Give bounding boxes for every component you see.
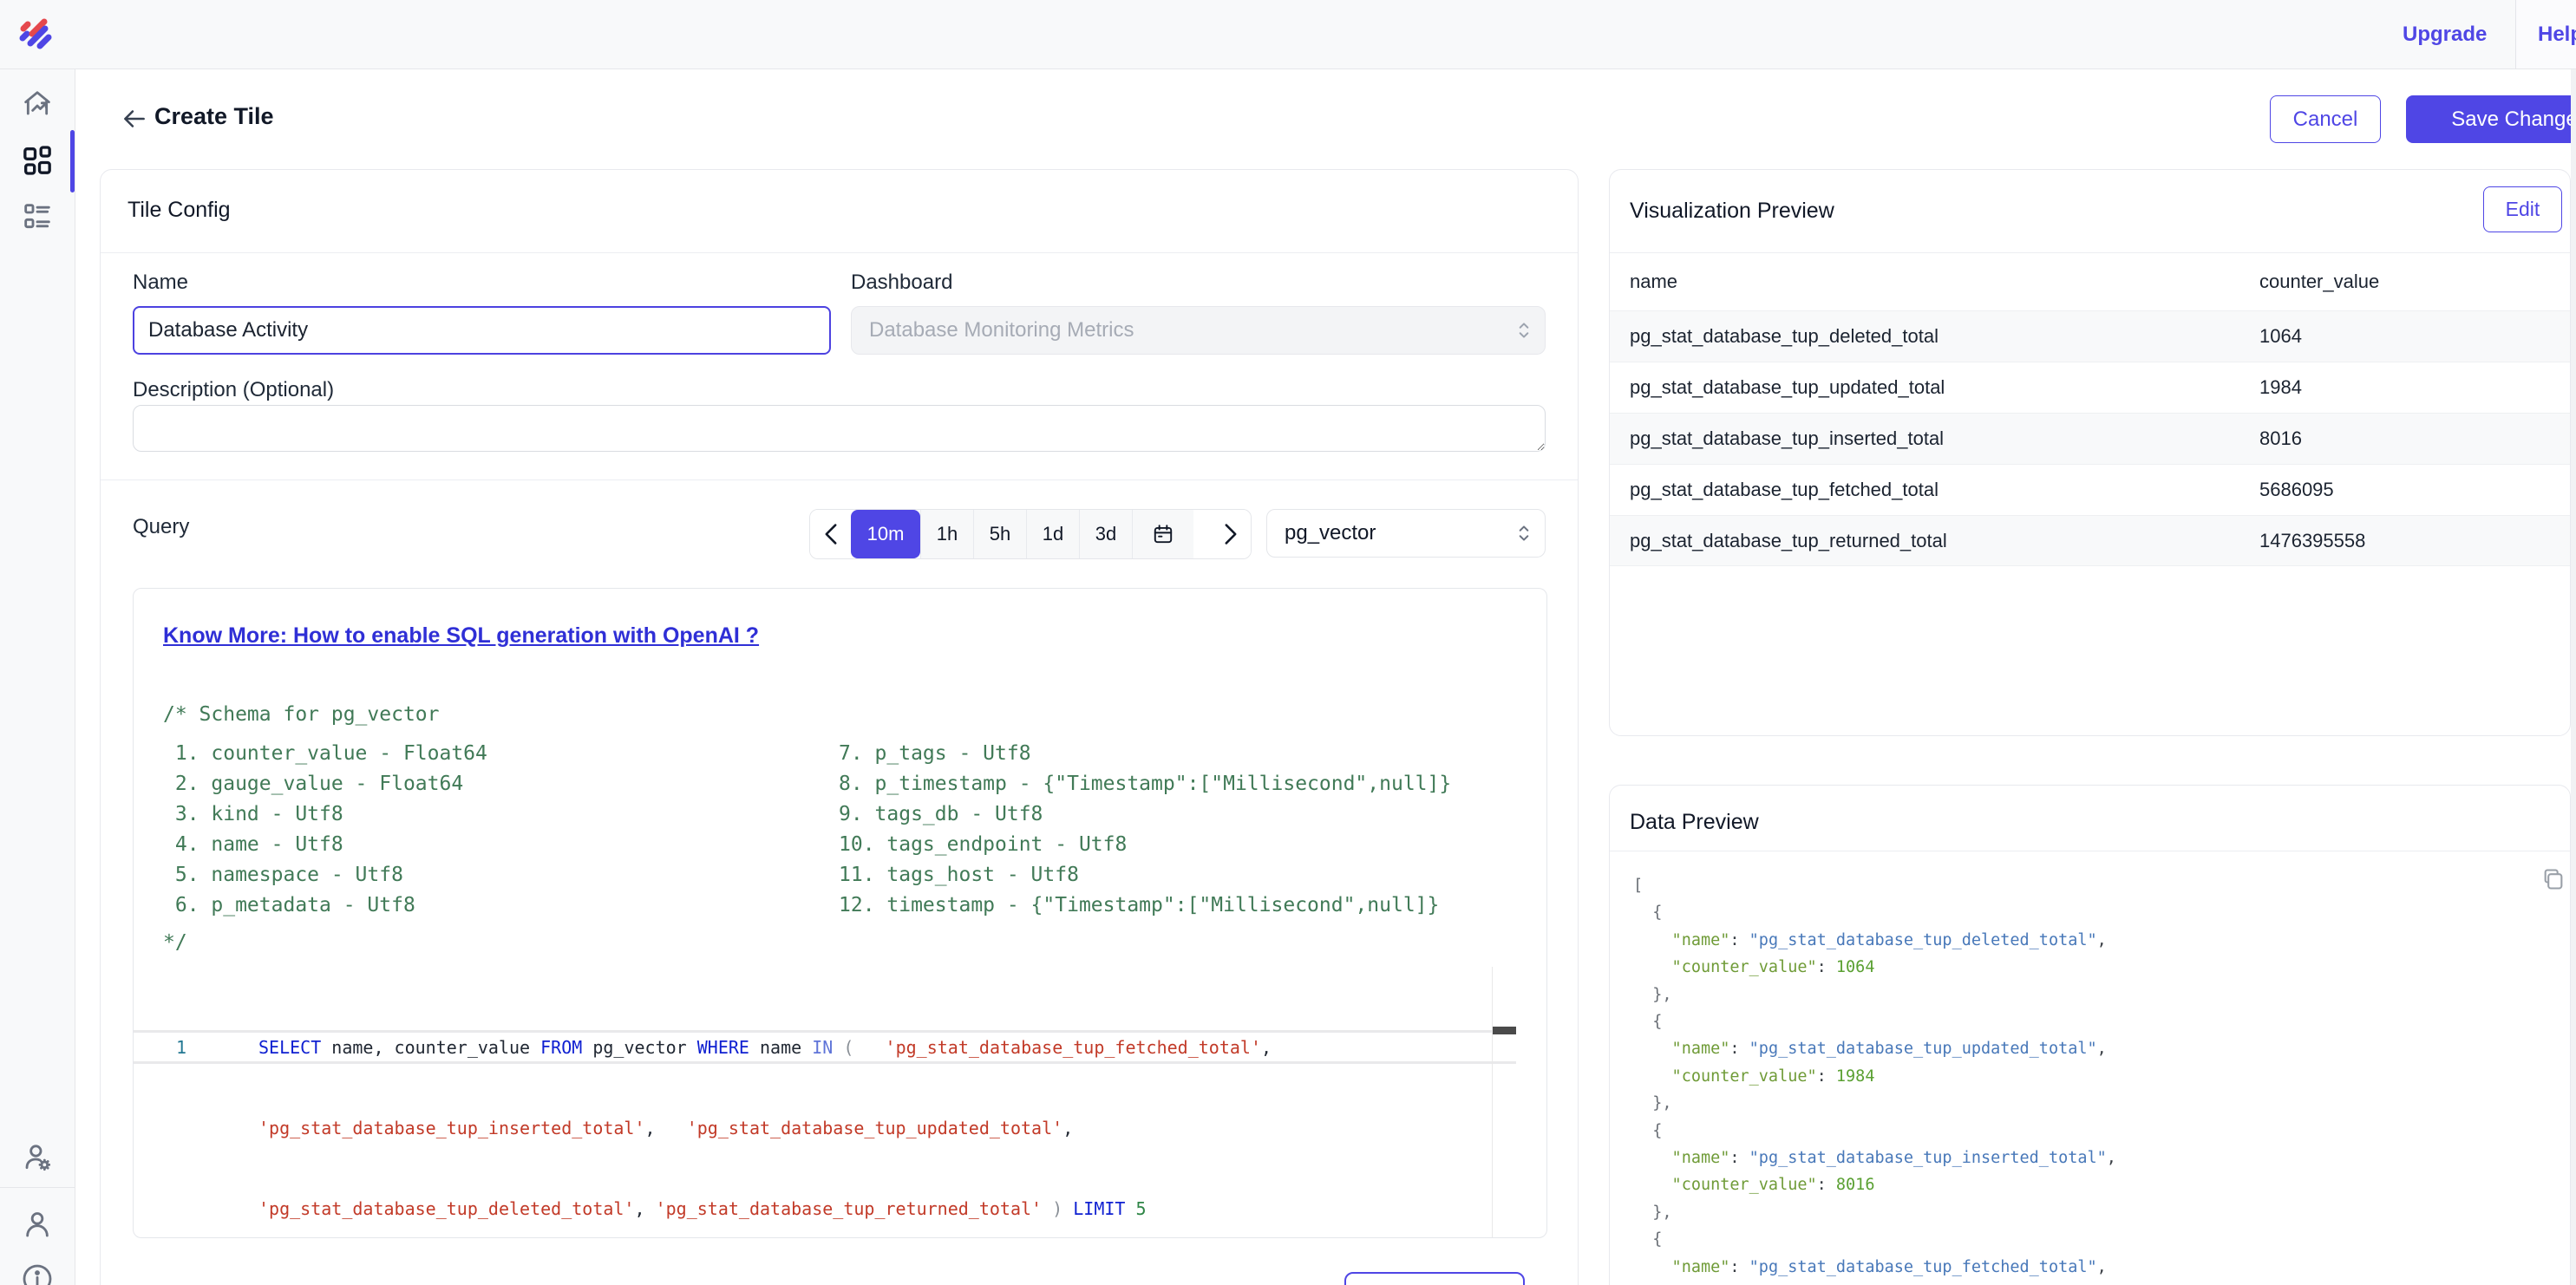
select-chevrons-icon bbox=[1515, 319, 1533, 342]
sidebar-item-profile[interactable] bbox=[20, 1207, 55, 1242]
sql-line-1: SELECT name, counter_value FROM pg_vecto… bbox=[229, 1034, 1272, 1061]
tile-config-title: Tile Config bbox=[127, 198, 231, 223]
column-header-name: name bbox=[1630, 253, 1677, 310]
dashboard-label: Dashboard bbox=[851, 271, 952, 295]
query-label: Query bbox=[133, 515, 189, 539]
table-row: pg_stat_database_tup_returned_total 1476… bbox=[1610, 515, 2570, 566]
datasource-select[interactable]: pg_vector bbox=[1266, 509, 1546, 558]
sql-query-code[interactable]: 1SELECT name, counter_value FROM pg_vect… bbox=[134, 981, 1516, 1238]
home-trend-icon bbox=[20, 87, 55, 121]
schema-comment-close: */ bbox=[163, 928, 187, 958]
select-chevrons-icon bbox=[1515, 522, 1533, 545]
datasource-select-value: pg_vector bbox=[1285, 521, 1376, 545]
copy-json-button[interactable] bbox=[2541, 865, 2566, 897]
chevron-left-icon bbox=[824, 523, 838, 545]
table-row: pg_stat_database_tup_fetched_total 56860… bbox=[1610, 464, 2570, 515]
sidebar-active-indicator bbox=[70, 130, 75, 192]
back-button[interactable] bbox=[120, 104, 149, 138]
openai-sql-help-link[interactable]: Know More: How to enable SQL generation … bbox=[163, 623, 759, 649]
column-header-counter-value: counter_value bbox=[2259, 253, 2379, 310]
page-title: Create Tile bbox=[154, 103, 274, 130]
sidebar-item-info[interactable] bbox=[20, 1262, 55, 1285]
time-range-3d[interactable]: 3d bbox=[1079, 510, 1132, 558]
cell-value: 1064 bbox=[2259, 311, 2302, 362]
cancel-button[interactable]: Cancel bbox=[2270, 95, 2381, 143]
cell-name: pg_stat_database_tup_inserted_total bbox=[1630, 414, 1944, 464]
calendar-icon bbox=[1152, 523, 1174, 545]
name-input[interactable] bbox=[133, 306, 831, 355]
help-link[interactable]: Help bbox=[2538, 0, 2576, 68]
line-number: 1 bbox=[134, 1034, 229, 1061]
description-label: Description (Optional) bbox=[133, 378, 334, 402]
back-arrow-icon bbox=[120, 104, 149, 134]
sidebar-divider bbox=[0, 1187, 75, 1188]
sql-line-3: 'pg_stat_database_tup_deleted_total', 'p… bbox=[229, 1196, 1147, 1223]
list-form-icon bbox=[20, 199, 55, 234]
time-range-1d[interactable]: 1d bbox=[1026, 510, 1079, 558]
time-range-next-button[interactable] bbox=[1210, 510, 1251, 558]
sidebar bbox=[0, 69, 75, 1285]
schema-columns-right: 7. p_tags - Utf8 8. p_timestamp - {"Time… bbox=[839, 739, 1451, 921]
create-tile-page: Upgrade Help bbox=[0, 0, 2576, 1285]
run-query-button-partial[interactable] bbox=[1344, 1272, 1525, 1285]
json-preview[interactable]: [ { "name": "pg_stat_database_tup_delete… bbox=[1633, 872, 2116, 1285]
cell-name: pg_stat_database_tup_updated_total bbox=[1630, 362, 1945, 413]
info-icon bbox=[20, 1262, 55, 1285]
user-gear-icon bbox=[20, 1140, 55, 1175]
time-range-5h[interactable]: 5h bbox=[973, 510, 1026, 558]
time-range-1h[interactable]: 1h bbox=[920, 510, 973, 558]
data-preview-title: Data Preview bbox=[1630, 810, 1759, 835]
app-logo[interactable] bbox=[16, 13, 54, 55]
custom-date-button[interactable] bbox=[1132, 510, 1193, 558]
cell-value: 5686095 bbox=[2259, 465, 2334, 515]
editor-scrollbar-track[interactable] bbox=[1492, 967, 1517, 1237]
dashboard-select[interactable]: Database Monitoring Metrics bbox=[851, 306, 1546, 355]
cell-value: 1984 bbox=[2259, 362, 2302, 413]
visualization-preview-title: Visualization Preview bbox=[1630, 199, 1834, 224]
cell-name: pg_stat_database_tup_returned_total bbox=[1630, 516, 1947, 566]
schema-columns-left: 1. counter_value - Float64 2. gauge_valu… bbox=[163, 739, 487, 921]
time-range-10m[interactable]: 10m bbox=[851, 510, 920, 558]
sql-line-2: 'pg_stat_database_tup_inserted_total', '… bbox=[229, 1115, 1073, 1142]
table-row: pg_stat_database_tup_updated_total 1984 bbox=[1610, 362, 2570, 413]
table-header-row: name counter_value bbox=[1610, 253, 2570, 310]
table-row: pg_stat_database_tup_inserted_total 8016 bbox=[1610, 413, 2570, 464]
dashboard-select-value: Database Monitoring Metrics bbox=[869, 318, 1134, 342]
page-scrollbar-gutter[interactable] bbox=[2571, 69, 2576, 1285]
card-divider bbox=[101, 252, 1578, 253]
edit-visualization-button[interactable]: Edit bbox=[2483, 186, 2562, 232]
sidebar-item-dashboards[interactable] bbox=[20, 143, 55, 178]
data-preview-card: Data Preview [ { "name": "pg_stat_databa… bbox=[1609, 785, 2571, 1285]
upgrade-link[interactable]: Upgrade bbox=[2403, 0, 2487, 68]
description-input[interactable] bbox=[133, 405, 1546, 452]
cell-name: pg_stat_database_tup_deleted_total bbox=[1630, 311, 1939, 362]
top-bar: Upgrade Help bbox=[0, 0, 2576, 69]
tile-config-card: Tile Config Name Dashboard Database Moni… bbox=[100, 169, 1579, 1285]
sql-editor-panel: Know More: How to enable SQL generation … bbox=[133, 588, 1547, 1238]
name-label: Name bbox=[133, 271, 188, 295]
user-icon bbox=[20, 1207, 55, 1242]
sidebar-item-home[interactable] bbox=[20, 87, 55, 121]
time-range-group: 10m 1h 5h 1d 3d bbox=[809, 509, 1252, 559]
copy-icon bbox=[2541, 865, 2566, 893]
cell-value: 8016 bbox=[2259, 414, 2302, 464]
sidebar-item-forms[interactable] bbox=[20, 199, 55, 234]
dashboard-grid-icon bbox=[20, 143, 55, 178]
time-range-prev-button[interactable] bbox=[810, 510, 851, 558]
section-divider bbox=[101, 479, 1578, 480]
chevron-right-icon bbox=[1224, 523, 1238, 545]
table-row: pg_stat_database_tup_deleted_total 1064 bbox=[1610, 310, 2570, 362]
cell-name: pg_stat_database_tup_fetched_total bbox=[1630, 465, 1939, 515]
visualization-preview-card: Visualization Preview Edit name counter_… bbox=[1609, 169, 2571, 736]
editor-scrollbar-thumb[interactable] bbox=[1493, 1027, 1516, 1034]
sidebar-item-admin-settings[interactable] bbox=[20, 1140, 55, 1175]
schema-comment-open: /* Schema for pg_vector bbox=[163, 700, 440, 730]
cell-value: 1476395558 bbox=[2259, 516, 2365, 566]
save-changes-button[interactable]: Save Changes bbox=[2406, 95, 2576, 143]
